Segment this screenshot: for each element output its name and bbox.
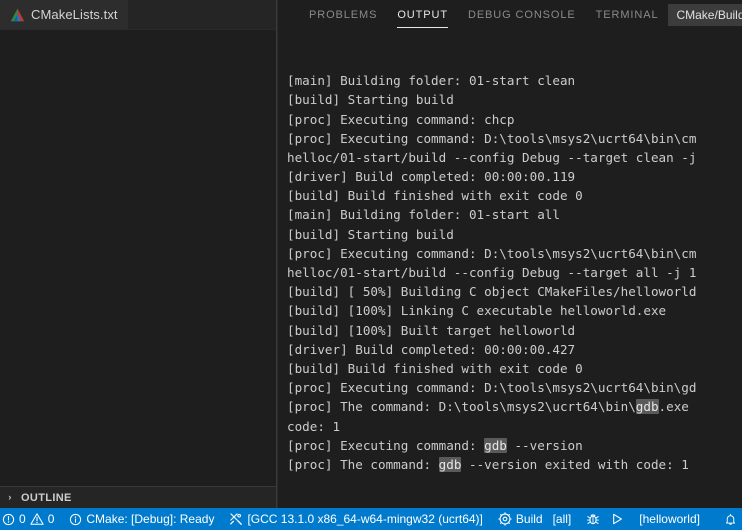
output-line: [build] [100%] Linking C executable hell… [287, 303, 667, 319]
outline-section-header[interactable]: › OUTLINE [0, 486, 277, 508]
launch-target-label: [helloworld] [639, 512, 700, 526]
output-line: [driver] Build completed: 00:00:00.119 [287, 169, 576, 185]
output-line: [proc] Executing command: gdb --version [287, 437, 583, 453]
tab-debug-console[interactable]: DEBUG CONSOLE [458, 0, 586, 31]
error-circle-icon [2, 513, 15, 526]
warning-triangle-icon [30, 512, 44, 526]
status-run-button[interactable] [605, 508, 629, 530]
search-match: gdb [484, 437, 507, 453]
editor-content-area[interactable] [0, 29, 277, 486]
output-line: [driver] Build completed: 00:00:00.427 [287, 341, 576, 357]
output-console[interactable]: [main] Building folder: 01-start clean [b… [278, 31, 742, 508]
output-line: [build] Starting build [287, 92, 454, 108]
output-line: [build] [ 50%] Building C object CMakeFi… [287, 284, 697, 300]
editor-column: CMakeLists.txt › OUTLINE [0, 0, 277, 508]
tab-problems[interactable]: PROBLEMS [299, 0, 387, 31]
bottom-panel: PROBLEMS OUTPUT DEBUG CONSOLE TERMINAL C… [277, 0, 742, 508]
warning-count: 0 [47, 512, 55, 526]
info-circle-icon [69, 513, 82, 526]
output-line: [main] Building folder: 01-start all [287, 207, 560, 223]
bell-icon-wrap[interactable] [719, 508, 742, 530]
output-line: helloc/01-start/build --config Debug --t… [287, 265, 697, 280]
play-icon [610, 512, 624, 526]
output-line: [proc] Executing command: D:\tools\msys2… [287, 245, 697, 261]
editor-tab-cmakelists[interactable]: CMakeLists.txt [0, 0, 128, 29]
status-debug-button[interactable] [581, 508, 605, 530]
workbench-body: CMakeLists.txt › OUTLINE PROBLEMS OUTPUT… [0, 0, 742, 508]
output-line: [build] Starting build [287, 226, 454, 242]
status-bar: 0 0 CMake: [Debug]: Ready [GCC 13.1.0 x8… [0, 508, 742, 530]
panel-actions: CMake/Build [668, 0, 742, 31]
output-line: [proc] Executing command: chcp [287, 111, 515, 127]
output-line: [proc] The command: D:\tools\msys2\ucrt6… [287, 399, 689, 415]
search-match: gdb [438, 456, 462, 472]
output-line: [build] Build finished with exit code 0 [287, 360, 583, 376]
output-line: [proc] Executing command: D:\tools\msys2… [287, 380, 697, 396]
tools-icon [229, 512, 243, 526]
outline-label: OUTLINE [21, 491, 72, 504]
search-match: gdb [635, 399, 659, 415]
status-launch-target[interactable]: [helloworld] [634, 508, 705, 530]
output-line: [build] Build finished with exit code 0 [287, 188, 583, 204]
output-line: code: 1 [287, 418, 341, 434]
cmake-triangle-icon [10, 8, 25, 22]
output-line: [proc] The command: gdb --version exited… [287, 456, 689, 472]
gear-icon [498, 512, 512, 526]
status-problems[interactable]: 0 0 [0, 508, 59, 530]
vscode-window: CMakeLists.txt › OUTLINE PROBLEMS OUTPUT… [0, 0, 742, 530]
output-console-lines: [main] Building folder: 01-start clean [b… [278, 69, 742, 474]
build-label: Build [515, 512, 543, 526]
bug-icon [586, 512, 600, 526]
status-build-target[interactable]: [all] [548, 508, 577, 530]
bell-icon [724, 513, 737, 526]
status-kit-select[interactable]: [GCC 13.1.0 x86_64-w64-mingw32 (ucrt64)] [224, 508, 487, 530]
output-line: [proc] Executing command: D:\tools\msys2… [287, 130, 697, 146]
build-target-label: [all] [552, 512, 572, 526]
output-channel-value: CMake/Build [676, 8, 742, 23]
output-line: [build] [100%] Built target helloworld [287, 322, 576, 338]
error-count: 0 [19, 512, 26, 526]
status-notifications[interactable] [719, 508, 742, 530]
output-channel-select[interactable]: CMake/Build [668, 4, 742, 27]
chevron-right-icon: › [8, 492, 12, 502]
editor-tab-label: CMakeLists.txt [31, 7, 118, 22]
panel-tabbar: PROBLEMS OUTPUT DEBUG CONSOLE TERMINAL C… [278, 0, 742, 31]
kit-label: [GCC 13.1.0 x86_64-w64-mingw32 (ucrt64)] [247, 512, 483, 526]
editor-tabbar: CMakeLists.txt [0, 0, 277, 29]
output-line: helloc/01-start/build --config Debug --t… [287, 149, 697, 165]
cmake-state-label: CMake: [Debug]: Ready [86, 512, 215, 526]
status-build-button[interactable]: Build [493, 508, 548, 530]
output-line: [main] Building folder: 01-start clean [287, 73, 576, 89]
status-cmake-state[interactable]: CMake: [Debug]: Ready [64, 508, 219, 530]
tab-terminal[interactable]: TERMINAL [586, 0, 669, 31]
tab-output[interactable]: OUTPUT [387, 0, 458, 31]
